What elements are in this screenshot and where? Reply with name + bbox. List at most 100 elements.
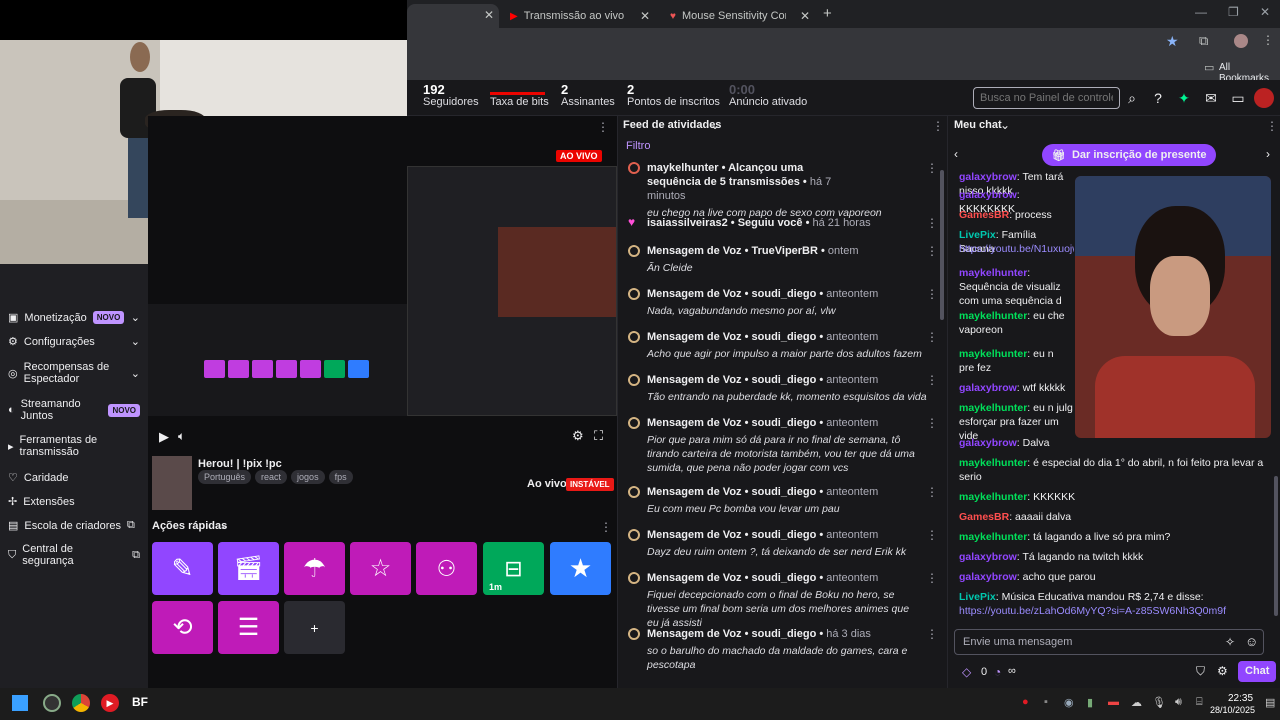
- app-icon-obs[interactable]: [43, 694, 61, 712]
- close-tab-icon[interactable]: ✕: [800, 9, 810, 23]
- feed-item[interactable]: Mensagem de Voz • soudi_diego • anteonte…: [628, 330, 938, 361]
- chat-link[interactable]: https://youtu.be/N1uxuojw: [959, 243, 1074, 255]
- feed-scrollbar[interactable]: [940, 170, 944, 320]
- chat-username[interactable]: maykelhunter: [959, 267, 1027, 279]
- add-moderator-button[interactable]: ⚇: [416, 542, 477, 595]
- gift-sub-button[interactable]: 🎁︎ Dar inscrição de presente: [1042, 144, 1217, 166]
- nav-creator-camp[interactable]: ▤ Escola de criadores ⧉: [8, 519, 140, 532]
- feed-item-menu-icon[interactable]: ⋮: [926, 627, 938, 641]
- feed-item[interactable]: maykelhunter • Alcançou uma sequência de…: [628, 161, 938, 220]
- feed-item-menu-icon[interactable]: ⋮: [926, 216, 938, 230]
- extensions-icon[interactable]: ⧉: [1199, 33, 1208, 49]
- app-icon-red[interactable]: ▶: [101, 694, 119, 712]
- chat-username[interactable]: maykelhunter: [959, 457, 1027, 469]
- feed-item-menu-icon[interactable]: ⋮: [926, 416, 938, 430]
- feed-item-menu-icon[interactable]: ⋮: [926, 528, 938, 542]
- feed-menu-icon[interactable]: ⋮: [932, 119, 944, 133]
- app-icon-bf[interactable]: BF: [132, 695, 148, 709]
- fullscreen-icon[interactable]: ⛶: [594, 428, 603, 444]
- chat-link[interactable]: https://youtu.be/zLahOd6MyYQ?si=A-z85SW6…: [959, 605, 1226, 617]
- active-tab[interactable]: ✕: [407, 4, 499, 28]
- menu-kebab-icon[interactable]: ⋮: [1262, 33, 1274, 47]
- send-chat-button[interactable]: Chat: [1238, 661, 1277, 682]
- feed-item-menu-icon[interactable]: ⋮: [926, 330, 938, 344]
- channel-points-icon[interactable]: ◔: [994, 665, 1001, 679]
- dashboard-search-input[interactable]: [973, 87, 1120, 109]
- chat-menu-icon[interactable]: ⋮: [1266, 119, 1278, 133]
- feed-item[interactable]: Mensagem de Voz • TrueViperBR • ontem Ãn …: [628, 244, 938, 275]
- chrome-icon[interactable]: [72, 694, 90, 712]
- close-tab-icon[interactable]: ✕: [484, 8, 494, 22]
- chat-username[interactable]: maykelhunter: [959, 531, 1027, 543]
- tray-icon-generic[interactable]: ▪: [1044, 696, 1048, 708]
- chevron-down-icon[interactable]: ⌄: [220, 519, 229, 532]
- inbox-icon[interactable]: ✉: [1200, 87, 1222, 109]
- tag[interactable]: Português: [198, 470, 252, 484]
- chat-username[interactable]: LivePix: [959, 591, 996, 603]
- chat-username[interactable]: GamesBR: [959, 209, 1009, 221]
- highlight-button[interactable]: ☆: [350, 542, 411, 595]
- feed-item-menu-icon[interactable]: ⋮: [926, 161, 938, 175]
- feed-item[interactable]: Mensagem de Voz • soudi_diego • anteonte…: [628, 571, 938, 630]
- whispers-icon[interactable]: ▭: [1227, 87, 1249, 109]
- run-ad-button[interactable]: ⊟ 1m: [483, 542, 544, 595]
- tag[interactable]: react: [255, 470, 288, 484]
- chevron-left-icon[interactable]: ‹: [954, 147, 958, 161]
- chat-username[interactable]: galaxybrow: [959, 171, 1017, 183]
- chat-settings-icon[interactable]: ⚙: [1217, 664, 1228, 678]
- add-quick-action-button[interactable]: +: [284, 601, 345, 654]
- profile-avatar[interactable]: [1234, 34, 1248, 48]
- feed-item[interactable]: Mensagem de Voz • soudi_diego • anteonte…: [628, 373, 938, 404]
- chat-username[interactable]: GamesBR: [959, 511, 1009, 523]
- nav-monetization[interactable]: ▣ Monetização NOVO ⌄: [8, 311, 140, 324]
- help-icon[interactable]: ?: [1147, 87, 1169, 109]
- feed-item-menu-icon[interactable]: ⋮: [926, 485, 938, 499]
- feed-item-menu-icon[interactable]: ⋮: [926, 373, 938, 387]
- feed-item[interactable]: Mensagem de Voz • soudi_diego • anteonte…: [628, 287, 938, 318]
- feed-item[interactable]: Mensagem de Voz • soudi_diego • anteonte…: [628, 528, 938, 559]
- chat-username[interactable]: maykelhunter: [959, 491, 1027, 503]
- emote-icon[interactable]: ☺: [1245, 634, 1258, 649]
- nav-viewer-rewards[interactable]: ◎ Recompensas de Espectador ⌄: [8, 361, 140, 385]
- tag[interactable]: fps: [328, 470, 353, 484]
- microphone-icon[interactable]: 🎙︎: [1152, 696, 1166, 709]
- play-icon[interactable]: ▶: [159, 429, 169, 445]
- feed-item[interactable]: Mensagem de Voz • soudi_diego • anteonte…: [628, 485, 938, 516]
- chevron-right-icon[interactable]: ›: [1266, 147, 1270, 161]
- nav-extensions[interactable]: ✢ Extensões: [8, 495, 140, 509]
- nav-settings[interactable]: ⚙ Configurações ⌄: [8, 335, 140, 349]
- new-tab-icon[interactable]: +: [823, 5, 832, 22]
- clock-date[interactable]: 28/10/2025: [1210, 705, 1255, 715]
- clock-time[interactable]: 22:35: [1228, 693, 1253, 704]
- minimize-icon[interactable]: —: [1195, 5, 1207, 19]
- chat-username[interactable]: galaxybrow: [959, 437, 1017, 449]
- nav-safety-center[interactable]: ⛉ Central de segurança ⧉: [8, 543, 140, 567]
- feed-item[interactable]: Mensagem de Voz • soudi_diego • anteonte…: [628, 416, 938, 475]
- volume-icon[interactable]: 🔊︎: [1175, 696, 1182, 709]
- tray-icon-cloud[interactable]: ☁: [1131, 696, 1142, 709]
- chat-scrollbar[interactable]: [1274, 476, 1278, 616]
- tag[interactable]: jogos: [291, 470, 325, 484]
- tab-mouse-sensitivity[interactable]: ♥ Mouse Sensitivity Converter and ✕: [660, 4, 820, 28]
- settings-gear-icon[interactable]: ⚙: [572, 428, 584, 444]
- magic-icon[interactable]: ✧: [1225, 635, 1235, 649]
- search-icon[interactable]: ⌕: [1121, 87, 1143, 109]
- windows-start-icon[interactable]: [12, 695, 28, 711]
- network-icon[interactable]: ⌸: [1196, 696, 1203, 709]
- airdrop-button[interactable]: ☂: [284, 542, 345, 595]
- edit-stream-info-button[interactable]: ✎: [152, 542, 213, 595]
- chat-username[interactable]: galaxybrow: [959, 551, 1017, 563]
- chat-username[interactable]: maykelhunter: [959, 310, 1027, 322]
- star-bookmark-icon[interactable]: ★: [1166, 33, 1179, 50]
- nav-charity[interactable]: ♡ Caridade: [8, 471, 140, 485]
- steam-icon[interactable]: ◉: [1064, 696, 1074, 709]
- feed-item-menu-icon[interactable]: ⋮: [926, 571, 938, 585]
- nav-stream-together[interactable]: ◐ Streamando Juntos NOVO: [8, 398, 140, 422]
- replay-button[interactable]: ⟲: [152, 601, 213, 654]
- filter-link[interactable]: Filtro: [626, 140, 650, 152]
- tray-icon-red[interactable]: ▬: [1108, 696, 1119, 708]
- shield-icon[interactable]: ⛉: [1196, 664, 1205, 679]
- preview-menu-icon[interactable]: ⋮: [597, 120, 609, 134]
- bits-icon[interactable]: ◇: [962, 665, 971, 679]
- close-tab-icon[interactable]: ✕: [640, 9, 650, 23]
